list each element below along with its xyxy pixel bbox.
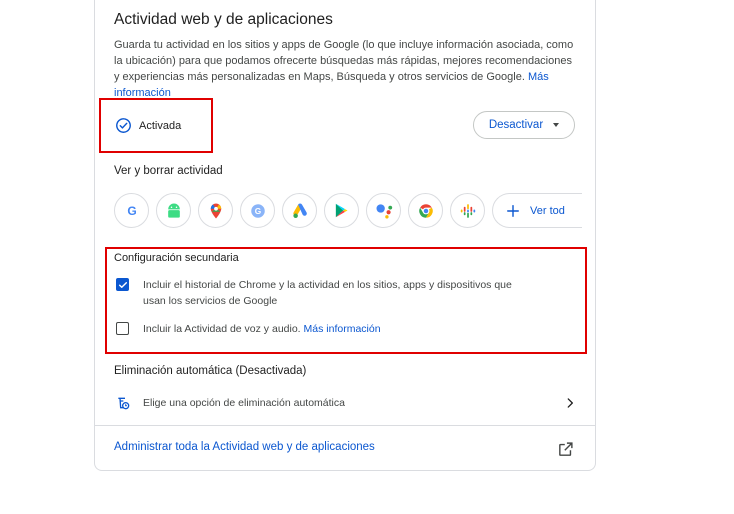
maps-icon[interactable]: [198, 193, 233, 228]
plus-icon: [507, 204, 519, 217]
google-play-icon[interactable]: [324, 193, 359, 228]
checkmark-icon: [118, 281, 127, 288]
auto-delete-icon: [118, 397, 130, 410]
activity-description: Guarda tu actividad en los sitios y apps…: [114, 37, 574, 101]
app-icon-row: G G Ver tod: [114, 193, 582, 228]
auto-delete-option-text: Elige una opción de eliminación automáti…: [143, 397, 345, 409]
google-podcasts-icon[interactable]: [450, 193, 485, 228]
see-all-button[interactable]: Ver tod: [492, 193, 582, 228]
android-icon[interactable]: [156, 193, 191, 228]
svg-text:G: G: [127, 204, 136, 218]
deactivate-label: Desactivar: [488, 119, 544, 131]
chrome-icon[interactable]: [408, 193, 443, 228]
voice-more-info-link[interactable]: Más información: [304, 323, 381, 335]
deactivate-button[interactable]: Desactivar: [473, 111, 575, 139]
voice-audio-text: Incluir la Actividad de voz y audio.: [143, 323, 301, 335]
google-lens-icon[interactable]: G: [240, 193, 275, 228]
svg-text:G: G: [254, 207, 260, 216]
chrome-history-checkbox[interactable]: [116, 278, 129, 291]
view-delete-label: Ver y borrar actividad: [114, 165, 223, 177]
secondary-settings-label: Configuración secundaria: [114, 252, 239, 264]
status-indicator: Activada: [115, 117, 181, 134]
dropdown-arrow-icon: [553, 123, 560, 127]
auto-delete-option[interactable]: Elige una opción de eliminación automáti…: [115, 392, 577, 414]
description-text: Guarda tu actividad en los sitios y apps…: [114, 39, 574, 83]
divider: [95, 425, 595, 426]
auto-delete-label: Eliminación automática (Desactivada): [114, 365, 307, 377]
chrome-history-text: Incluir el historial de Chrome y la acti…: [143, 279, 512, 307]
check-circle-icon: [116, 118, 131, 133]
activity-card: Actividad web y de aplicaciones Guarda t…: [94, 0, 596, 471]
see-all-label: Ver tod: [530, 204, 565, 217]
voice-audio-option[interactable]: Incluir la Actividad de voz y audio. Más…: [116, 321, 381, 337]
voice-audio-checkbox[interactable]: [116, 322, 129, 335]
voice-audio-option-content: Incluir la Actividad de voz y audio. Más…: [143, 321, 381, 337]
google-ads-icon[interactable]: [282, 193, 317, 228]
status-label: Activada: [139, 119, 182, 132]
google-icon[interactable]: G: [114, 193, 149, 228]
page-title: Actividad web y de aplicaciones: [114, 11, 333, 28]
open-in-new-icon[interactable]: [557, 441, 574, 458]
chrome-history-option[interactable]: Incluir el historial de Chrome y la acti…: [116, 277, 536, 309]
google-assistant-icon[interactable]: [366, 193, 401, 228]
manage-activity-link[interactable]: Administrar toda la Actividad web y de a…: [114, 441, 375, 453]
chevron-right-icon: [567, 398, 573, 408]
